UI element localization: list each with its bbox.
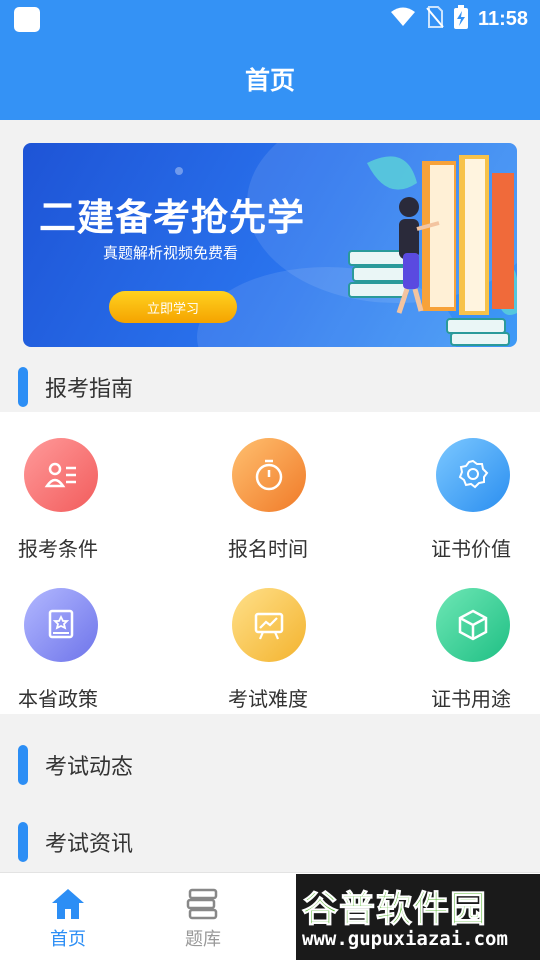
- site-watermark: 谷普软件园 www.gupuxiazai.com: [296, 874, 540, 960]
- person-card-icon: [24, 438, 98, 512]
- study-now-button[interactable]: 立即学习: [109, 291, 237, 323]
- guide-item-label: 考试难度: [228, 687, 308, 711]
- chart-board-icon: [232, 588, 306, 662]
- cube-icon: [436, 588, 510, 662]
- section-title-guide: 报考指南: [45, 377, 134, 402]
- section-accent-bar: [18, 367, 28, 407]
- guide-item-label: 证书用途: [431, 687, 511, 711]
- section-header-guide: 报考指南: [0, 362, 540, 412]
- student-books-illustration: [348, 155, 517, 346]
- title-bar: 首页: [0, 38, 540, 120]
- section-accent-bar: [18, 822, 28, 862]
- section-accent-bar: [18, 745, 28, 785]
- guide-item-certificate-value[interactable]: 证书价值: [380, 412, 540, 562]
- section-header-news[interactable]: 考试资讯: [0, 817, 540, 867]
- section-title-dynamics: 考试动态: [45, 755, 134, 780]
- clock-time: 11:58: [477, 7, 528, 30]
- badge-icon: [436, 438, 510, 512]
- guide-item-conditions[interactable]: 报考条件: [0, 412, 160, 562]
- guide-item-label: 报考条件: [18, 537, 98, 561]
- no-sim-icon: [426, 6, 444, 32]
- tab-question-bank-label: 题库: [185, 929, 221, 950]
- watermark-title: 谷普软件园: [301, 889, 488, 931]
- promo-banner[interactable]: 二建备考抢先学 真题解析视频免费看 立即学习: [23, 143, 517, 347]
- page-title: 首页: [244, 66, 295, 95]
- guide-grid: 报考条件 报名时间 证书价值 本省政策 考试难度 证书用途: [0, 412, 540, 714]
- banner-headline: 二建备考抢先学: [39, 196, 305, 239]
- policy-book-icon: [24, 588, 98, 662]
- guide-item-label: 本省政策: [18, 687, 98, 711]
- tab-question-bank[interactable]: 题库: [153, 873, 253, 960]
- guide-item-label: 证书价值: [431, 537, 511, 561]
- home-icon: [50, 885, 86, 923]
- guide-item-registration-time[interactable]: 报名时间: [190, 412, 350, 562]
- notification-app-icon: [14, 7, 40, 32]
- guide-item-certificate-use[interactable]: 证书用途: [380, 562, 540, 712]
- guide-item-provincial-policy[interactable]: 本省政策: [0, 562, 160, 712]
- banner-subline: 真题解析视频免费看: [103, 244, 239, 262]
- status-icons: 11:58: [390, 5, 528, 33]
- tab-home-label: 首页: [50, 929, 86, 950]
- wifi-icon: [390, 7, 416, 31]
- watermark-url: www.gupuxiazai.com: [302, 928, 508, 950]
- section-header-dynamics[interactable]: 考试动态: [0, 740, 540, 790]
- section-title-news: 考试资讯: [45, 832, 134, 857]
- guide-item-exam-difficulty[interactable]: 考试难度: [190, 562, 350, 712]
- stopwatch-icon: [232, 438, 306, 512]
- banner-decor-dot: [175, 167, 183, 175]
- tab-home[interactable]: 首页: [18, 873, 118, 960]
- status-bar: 11:58: [0, 0, 540, 38]
- guide-item-label: 报名时间: [228, 537, 308, 561]
- books-icon: [186, 885, 220, 923]
- battery-charging-icon: [453, 5, 468, 33]
